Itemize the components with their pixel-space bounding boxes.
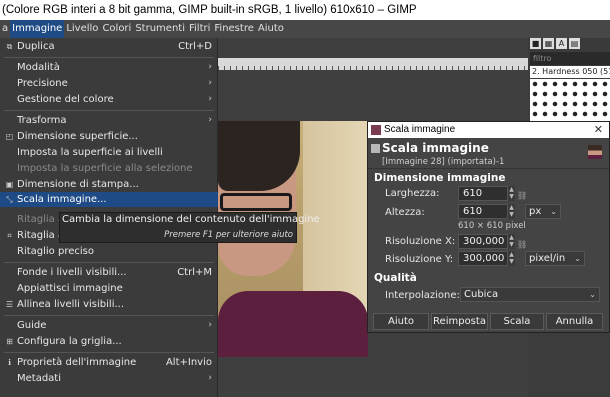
window-title: (Colore RGB interi a 8 bit gamma, GIMP b… (0, 0, 610, 20)
duplicate-icon: ⧉ (6, 42, 13, 51)
scale-image-icon: ⤡ (6, 195, 13, 204)
dialog-heading: Scala immagine (371, 141, 489, 155)
menu-immagine[interactable]: Immagine (10, 20, 65, 38)
menu-aiuto[interactable]: Aiuto (256, 20, 286, 38)
menu-livello[interactable]: Livello (64, 20, 100, 38)
menu-item-allinea-livelli[interactable]: ☰ Allinea livelli visibili... (0, 297, 218, 312)
dialog-title: Scala immagine (384, 124, 456, 135)
align-icon: ☰ (5, 300, 14, 309)
menu-item-precisione[interactable]: Precisione › (0, 76, 218, 91)
submenu-arrow-icon: › (208, 78, 212, 88)
width-field[interactable]: 610 (458, 186, 508, 201)
menu-finestre[interactable]: Finestre (212, 20, 255, 38)
dialog-titlebar[interactable]: Scala immagine ✕ (368, 122, 609, 138)
menu-strumenti[interactable]: Strumenti (133, 20, 187, 38)
menu-item-duplica[interactable]: ⧉ Duplica Ctrl+D (0, 39, 218, 54)
height-spinner[interactable]: ▲ ▼ (508, 204, 515, 219)
menu-item-trasforma[interactable]: Trasforma › (0, 113, 218, 128)
section-image-size: Dimensione immagine (374, 172, 506, 184)
close-icon[interactable]: ✕ (594, 122, 603, 138)
res-x-field[interactable]: 300,000 (458, 234, 508, 249)
chevron-down-icon: ⌄ (589, 290, 596, 299)
menu-tooltip: Cambia la dimensione del contenuto dell'… (59, 212, 320, 243)
crop-icon: ⌗ (7, 231, 12, 240)
tooltip-hint: Premere F1 per ulteriore aiuto (164, 230, 293, 240)
width-spinner[interactable]: ▲ ▼ (508, 186, 515, 201)
height-field[interactable]: 610 (458, 204, 508, 219)
menu-separator (4, 110, 214, 111)
menu-item-proprieta-immagine[interactable]: ℹ Proprietà dell'immagine Alt+Invio (0, 355, 218, 370)
panel-tab-icons: ■ ▦ A ▤ (528, 38, 610, 51)
canvas-size-icon: ◰ (5, 132, 14, 141)
menu-item-scala-immagine[interactable]: ⤡ Scala immagine... (0, 192, 218, 207)
submenu-arrow-icon: › (208, 115, 212, 125)
dialog-subtitle: [Immagine 28] (importata)-1 (382, 157, 505, 167)
menu-separator (4, 262, 214, 263)
scale-button[interactable]: Scala (490, 313, 544, 330)
tooltip-text: Cambia la dimensione del contenuto dell'… (62, 214, 320, 225)
horizontal-ruler (218, 58, 528, 70)
res-y-spinner[interactable]: ▲ ▼ (508, 251, 515, 266)
width-label: Larghezza: (385, 188, 440, 199)
menu-item-metadati[interactable]: Metadati › (0, 371, 218, 386)
menu-item-fonde-livelli[interactable]: Fonde i livelli visibili... Ctrl+M (0, 265, 218, 280)
grid-icon: ⊞ (6, 337, 13, 346)
chain-link-icon[interactable]: ⛓ (517, 191, 527, 200)
photo-glasses (220, 193, 292, 211)
selected-brush-name: 2. Hardness 050 (51 (530, 66, 610, 78)
res-y-label: Risoluzione Y: (385, 254, 454, 265)
document-tab-icon[interactable]: ▤ (569, 38, 580, 49)
cancel-button[interactable]: Annulla (546, 313, 603, 330)
menu-item-superficie-selezione: Imposta la superficie alla selezione (17, 163, 193, 174)
window-icon (371, 125, 381, 135)
height-label: Altezza: (385, 207, 425, 218)
brush-tab-icon[interactable]: ■ (530, 38, 541, 49)
menu-filtri[interactable]: Filtri (187, 20, 212, 38)
chevron-down-icon: ⌄ (574, 254, 581, 263)
submenu-arrow-icon: › (208, 62, 212, 72)
menu-separator (4, 57, 214, 58)
menubar: a Immagine Livello Colori Strumenti Filtri Fin… (0, 20, 610, 38)
menu-colori[interactable]: Colori (100, 20, 133, 38)
help-button[interactable]: Aiuto (373, 313, 429, 330)
dialog-divider (368, 168, 609, 169)
photo-shirt (218, 291, 368, 357)
menu-item-configura-griglia[interactable]: ⊞ Configura la griglia... (0, 334, 218, 349)
menu-item-guide[interactable]: Guide › (0, 318, 218, 333)
size-info: 610 × 610 pixel (458, 221, 526, 231)
resolution-unit-select[interactable]: pixel/in ⌄ (525, 251, 585, 266)
submenu-arrow-icon: › (208, 94, 212, 104)
submenu-arrow-icon: › (208, 373, 212, 383)
chevron-down-icon: ⌄ (550, 207, 557, 216)
res-x-label: Risoluzione X: (385, 236, 456, 247)
interpolation-select[interactable]: Cubica ⌄ (460, 287, 600, 302)
pattern-tab-icon[interactable]: ▦ (543, 38, 554, 49)
menu-item-appiattisci[interactable]: Appiattisci immagine (0, 281, 218, 296)
font-tab-icon[interactable]: A (556, 38, 567, 49)
print-size-icon: ▣ (5, 180, 14, 189)
section-quality: Qualità (374, 272, 417, 284)
reset-button[interactable]: Reimposta (431, 313, 488, 330)
info-icon: ℹ (7, 358, 12, 367)
res-y-field[interactable]: 300,000 (458, 251, 508, 266)
menu-separator (4, 352, 214, 353)
menu-item-superficie-livelli[interactable]: Imposta la superficie ai livelli (0, 145, 218, 160)
chain-link-icon[interactable]: ⛓ (517, 240, 527, 249)
menubar-left-edge: a (2, 23, 9, 34)
unit-select[interactable]: px ⌄ (525, 204, 561, 219)
scale-icon (371, 144, 380, 153)
menu-item-dimensione-stampa[interactable]: ▣ Dimensione di stampa... (0, 177, 218, 192)
menu-item-ritaglio-preciso[interactable]: Ritaglio preciso (0, 244, 218, 259)
image-thumbnail (588, 145, 602, 159)
menu-item-modalita[interactable]: Modalità › (0, 60, 218, 75)
menu-item-dimensione-superficie[interactable]: ◰ Dimensione superficie... (0, 129, 218, 144)
menu-item-gestione-colore[interactable]: Gestione del colore › (0, 92, 218, 107)
interpolation-label: Interpolazione: (385, 290, 460, 301)
submenu-arrow-icon: › (208, 320, 212, 330)
brush-filter-input[interactable]: filtro (530, 52, 610, 65)
menu-separator (4, 315, 214, 316)
scale-image-dialog: Scala immagine ✕ Scala immagine [Immagin… (367, 121, 610, 333)
res-x-spinner[interactable]: ▲ ▼ (508, 234, 515, 249)
